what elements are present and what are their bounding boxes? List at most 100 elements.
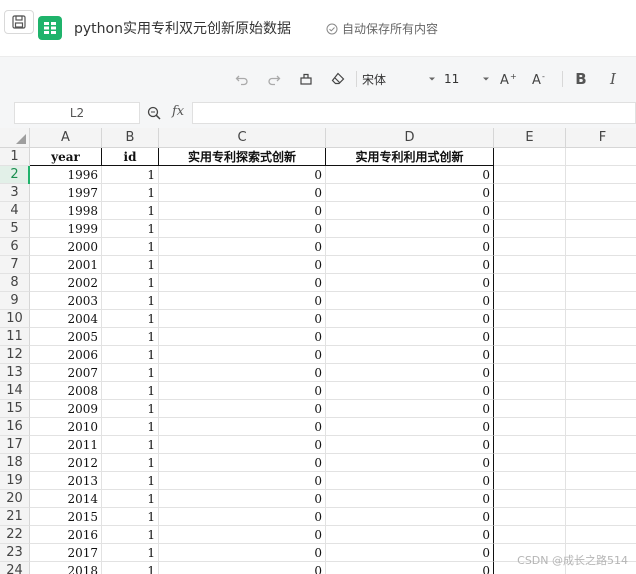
data-cell-d[interactable]: 0 [326,166,494,184]
data-cell-a[interactable]: 1999 [30,220,102,238]
bold-button[interactable]: B [572,69,590,89]
data-cell-c[interactable]: 0 [159,328,326,346]
data-cell-c[interactable]: 0 [159,544,326,562]
empty-cell[interactable] [566,490,636,508]
row-header-9[interactable]: 9 [0,292,30,310]
empty-cell[interactable] [566,220,636,238]
data-cell-a[interactable]: 2018 [30,562,102,574]
data-cell-d[interactable]: 0 [326,220,494,238]
data-cell-b[interactable]: 1 [102,400,159,418]
data-cell-c[interactable]: 0 [159,220,326,238]
data-cell-c[interactable]: 0 [159,526,326,544]
empty-cell[interactable] [566,346,636,364]
undo-button[interactable] [232,69,252,89]
empty-cell[interactable] [494,490,566,508]
data-cell-b[interactable]: 1 [102,418,159,436]
empty-cell[interactable] [566,400,636,418]
row-header-4[interactable]: 4 [0,202,30,220]
data-cell-b[interactable]: 1 [102,166,159,184]
empty-cell[interactable] [566,166,636,184]
data-cell-d[interactable]: 0 [326,400,494,418]
empty-cell[interactable] [566,256,636,274]
redo-button[interactable] [264,69,284,89]
data-cell-d[interactable]: 0 [326,562,494,574]
row-header-14[interactable]: 14 [0,382,30,400]
data-cell-c[interactable]: 0 [159,166,326,184]
data-cell-d[interactable]: 0 [326,256,494,274]
empty-cell[interactable] [494,400,566,418]
data-cell-a[interactable]: 2001 [30,256,102,274]
data-cell-a[interactable]: 2015 [30,508,102,526]
italic-button[interactable]: I [604,69,622,89]
data-cell-d[interactable]: 0 [326,436,494,454]
formula-input[interactable] [192,102,636,124]
data-cell-b[interactable]: 1 [102,238,159,256]
data-cell-c[interactable]: 0 [159,454,326,472]
empty-cell[interactable] [494,328,566,346]
data-cell-b[interactable]: 1 [102,310,159,328]
empty-cell[interactable] [566,292,636,310]
data-cell-c[interactable]: 0 [159,436,326,454]
data-cell-a[interactable]: 2006 [30,346,102,364]
save-button[interactable] [4,10,34,34]
data-cell-b[interactable]: 1 [102,382,159,400]
data-cell-c[interactable]: 0 [159,382,326,400]
row-header-8[interactable]: 8 [0,274,30,292]
empty-cell[interactable] [566,274,636,292]
empty-cell[interactable] [566,436,636,454]
data-cell-a[interactable]: 1998 [30,202,102,220]
data-cell-a[interactable]: 2000 [30,238,102,256]
empty-cell[interactable] [494,418,566,436]
header-cell-d[interactable]: 实用专利利用式创新 [326,148,494,166]
row-header-15[interactable]: 15 [0,400,30,418]
data-cell-d[interactable]: 0 [326,544,494,562]
data-cell-b[interactable]: 1 [102,328,159,346]
data-cell-c[interactable]: 0 [159,562,326,574]
data-cell-b[interactable]: 1 [102,508,159,526]
empty-cell[interactable] [494,508,566,526]
zoom-search-icon[interactable] [146,105,162,125]
data-cell-a[interactable]: 1997 [30,184,102,202]
data-cell-a[interactable]: 2012 [30,454,102,472]
data-cell-b[interactable]: 1 [102,184,159,202]
data-cell-a[interactable]: 2003 [30,292,102,310]
data-cell-d[interactable]: 0 [326,274,494,292]
empty-cell[interactable] [566,454,636,472]
data-cell-d[interactable]: 0 [326,364,494,382]
data-cell-d[interactable]: 0 [326,202,494,220]
data-cell-c[interactable]: 0 [159,274,326,292]
row-header-17[interactable]: 17 [0,436,30,454]
data-cell-b[interactable]: 1 [102,544,159,562]
data-cell-d[interactable]: 0 [326,490,494,508]
empty-cell[interactable] [494,166,566,184]
empty-cell[interactable] [566,328,636,346]
empty-cell[interactable] [494,454,566,472]
cell-reference-box[interactable]: L2 [14,102,140,124]
data-cell-c[interactable]: 0 [159,238,326,256]
row-header-12[interactable]: 12 [0,346,30,364]
data-cell-b[interactable]: 1 [102,220,159,238]
data-cell-d[interactable]: 0 [326,346,494,364]
data-cell-a[interactable]: 1996 [30,166,102,184]
fx-icon[interactable]: fx [172,104,184,119]
empty-cell[interactable] [566,184,636,202]
empty-cell[interactable] [566,382,636,400]
empty-cell[interactable] [494,220,566,238]
empty-cell[interactable] [494,202,566,220]
data-cell-c[interactable]: 0 [159,472,326,490]
data-cell-b[interactable]: 1 [102,274,159,292]
data-cell-c[interactable]: 0 [159,346,326,364]
empty-cell[interactable] [566,202,636,220]
data-cell-c[interactable]: 0 [159,490,326,508]
font-increase-button[interactable]: A + [498,69,520,89]
empty-cell[interactable] [494,148,566,166]
clear-format-button[interactable] [328,69,348,89]
select-all-corner[interactable] [0,128,30,148]
data-cell-a[interactable]: 2017 [30,544,102,562]
header-cell-b[interactable]: id [102,148,159,166]
row-header-6[interactable]: 6 [0,238,30,256]
empty-cell[interactable] [566,472,636,490]
document-title[interactable]: python实用专利双元创新原始数据 [74,18,291,38]
empty-cell[interactable] [566,310,636,328]
data-cell-c[interactable]: 0 [159,508,326,526]
